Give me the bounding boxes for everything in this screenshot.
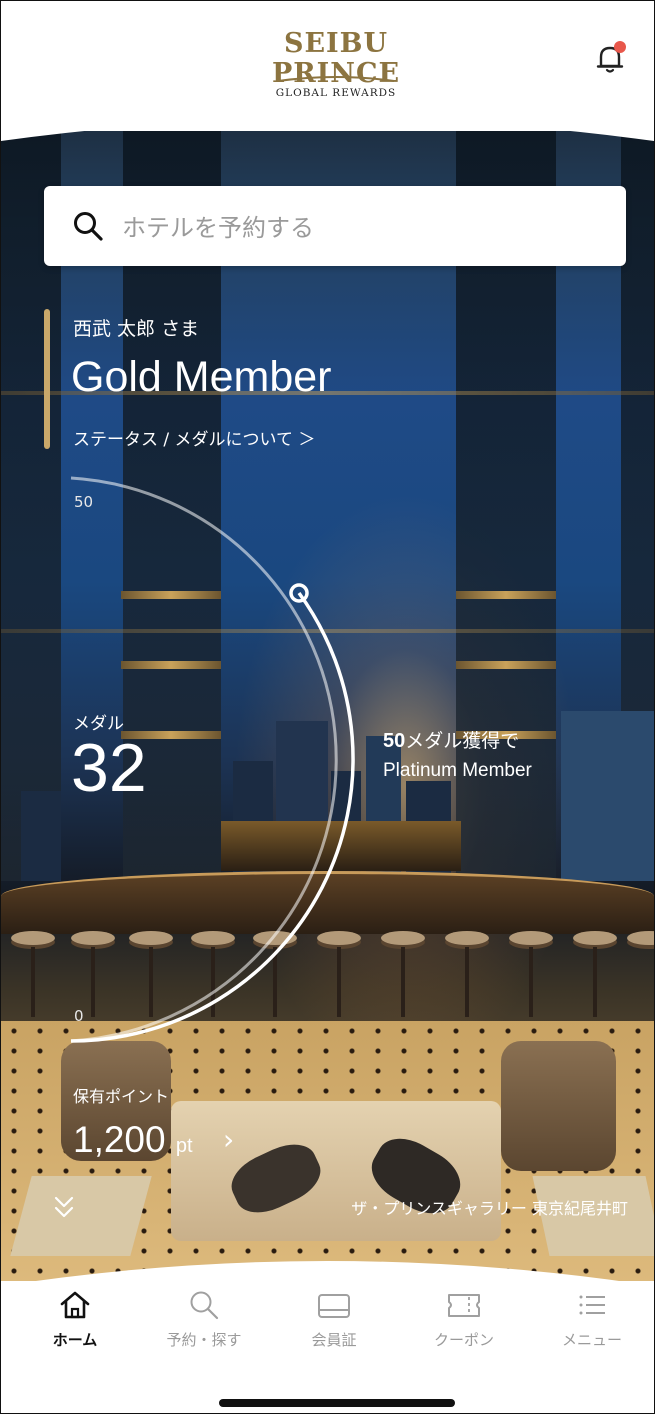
nav-label-home: ホーム — [52, 1331, 98, 1349]
nav-item-home[interactable]: ホーム — [10, 1281, 140, 1350]
nav-label-search: 予約・探す — [166, 1331, 242, 1349]
nav-label-coupon: クーポン — [433, 1331, 494, 1349]
nav-item-member-card[interactable]: 会員証 — [269, 1281, 399, 1350]
progress-min-tick: 0 — [74, 1007, 84, 1025]
hero-location-caption: ザ・プリンスギャラリー 東京紀尾井町 — [351, 1199, 628, 1218]
home-icon — [60, 1291, 90, 1319]
next-status-goal: 50メダル獲得で Platinum Member — [383, 727, 532, 785]
next-goal-text: メダル獲得で — [405, 731, 520, 752]
app-screen: SEIBU PRINCE GLOBAL REWARDS ホテルを予約する 西武 … — [0, 0, 655, 1414]
progress-max-tick: 50 — [74, 493, 94, 511]
search-icon — [190, 1291, 219, 1320]
next-goal-status: Platinum Member — [383, 760, 532, 781]
expand-down-icon[interactable] — [54, 1195, 74, 1221]
points-chevron-icon[interactable]: › — [223, 1123, 234, 1156]
nav-item-menu[interactable]: メニュー — [527, 1281, 654, 1350]
points-label: 保有ポイント — [73, 1087, 170, 1106]
bottom-navigation: ホーム 予約・探す 会員証 クーポン メニュー — [1, 1281, 654, 1413]
coupon-icon — [448, 1294, 480, 1317]
points-unit: pt — [175, 1135, 193, 1157]
points-balance[interactable]: 1,200 pt — [73, 1119, 193, 1161]
next-goal-count: 50 — [383, 730, 406, 752]
home-indicator[interactable] — [219, 1399, 455, 1407]
progress-fill — [70, 591, 355, 1043]
nav-label-menu: メニュー — [561, 1331, 622, 1349]
medal-count: 32 — [71, 730, 147, 806]
nav-item-search[interactable]: 予約・探す — [139, 1281, 269, 1350]
points-value: 1,200 — [73, 1119, 166, 1160]
nav-label-member-card: 会員証 — [311, 1331, 357, 1349]
nav-item-coupon[interactable]: クーポン — [399, 1281, 529, 1350]
member-card-icon — [318, 1294, 350, 1318]
menu-icon — [579, 1295, 605, 1315]
medal-progress-arc — [70, 476, 355, 1043]
